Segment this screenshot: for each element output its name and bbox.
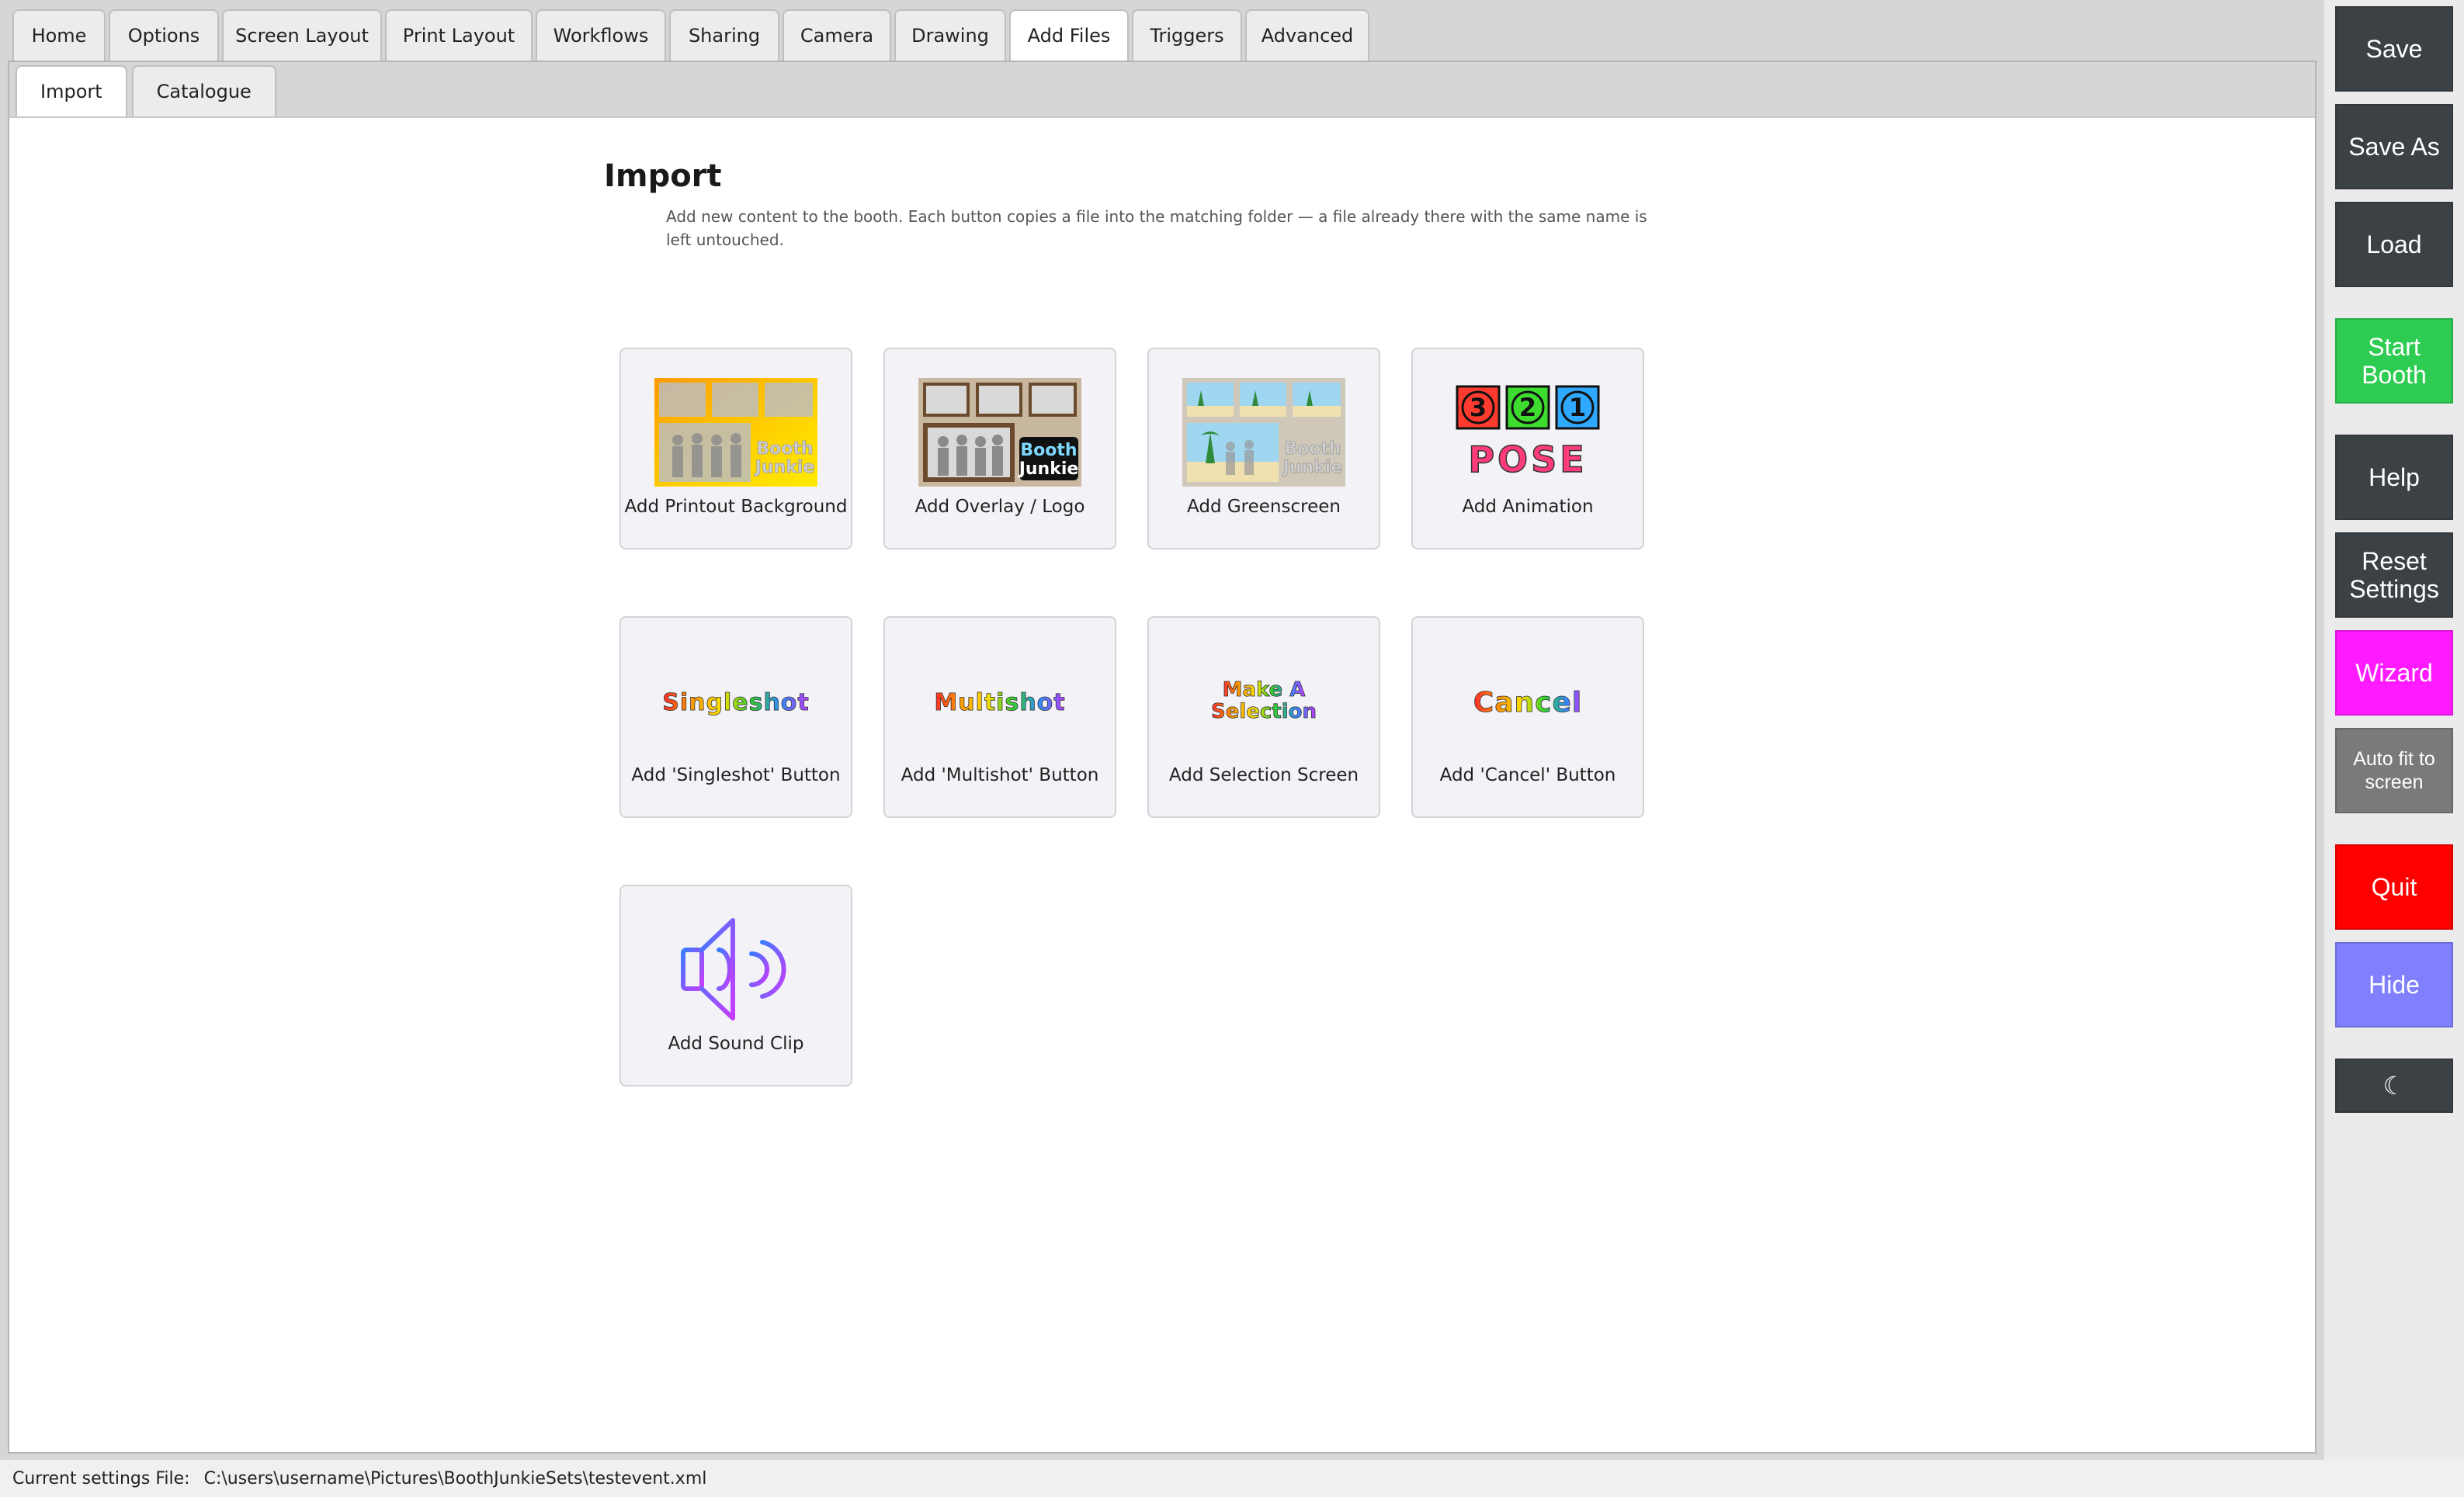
printout-background-thumbnail: Booth Junkie bbox=[621, 376, 851, 489]
main-tab-bar: Home Options Screen Layout Print Layout … bbox=[12, 9, 1373, 61]
greenscreen-thumbnail: Booth Junkie bbox=[1149, 376, 1379, 489]
tab-advanced[interactable]: Advanced bbox=[1245, 9, 1369, 61]
add-animation-button[interactable]: 3 2 1 POSE Add Animation bbox=[1411, 348, 1644, 549]
svg-text:Cancel: Cancel bbox=[1473, 687, 1582, 719]
card-label: Add Sound Clip bbox=[668, 1034, 804, 1054]
tab-add-files[interactable]: Add Files bbox=[1009, 9, 1129, 61]
singleshot-text-thumbnail: Singleshot bbox=[621, 644, 851, 757]
tab-screen-layout[interactable]: Screen Layout bbox=[222, 9, 382, 61]
tab-options[interactable]: Options bbox=[109, 9, 219, 61]
add-selection-screen-button[interactable]: Make A Selection Add Selection Screen bbox=[1147, 616, 1380, 818]
settings-file-path: C:\users\username\Pictures\BoothJunkieSe… bbox=[203, 1468, 707, 1488]
save-as-button[interactable]: Save As bbox=[2335, 104, 2453, 189]
tab-sharing[interactable]: Sharing bbox=[669, 9, 779, 61]
card-label: Add Selection Screen bbox=[1168, 765, 1359, 785]
quit-button[interactable]: Quit bbox=[2335, 844, 2453, 930]
add-greenscreen-button[interactable]: Booth Junkie Add Greenscreen bbox=[1147, 348, 1380, 549]
svg-text:Make A: Make A bbox=[1223, 678, 1306, 702]
import-content: Import Add new content to the booth. Eac… bbox=[9, 116, 2315, 1452]
card-label: Add Greenscreen bbox=[1187, 497, 1341, 517]
svg-text:3: 3 bbox=[1470, 393, 1487, 422]
svg-text:Junkie: Junkie bbox=[1282, 458, 1343, 477]
svg-text:Multishot: Multishot bbox=[934, 689, 1065, 716]
save-button[interactable]: Save bbox=[2335, 6, 2453, 92]
status-label: Current settings File: bbox=[12, 1468, 190, 1488]
svg-text:2: 2 bbox=[1519, 393, 1536, 422]
svg-text:Selection: Selection bbox=[1211, 700, 1317, 723]
speaker-icon bbox=[621, 913, 851, 1026]
svg-text:Booth: Booth bbox=[756, 439, 813, 459]
tab-home[interactable]: Home bbox=[12, 9, 106, 61]
start-booth-button[interactable]: Start Booth bbox=[2335, 318, 2453, 404]
help-button[interactable]: Help bbox=[2335, 435, 2453, 520]
card-label: Add Animation bbox=[1462, 497, 1594, 517]
page-title: Import bbox=[604, 158, 722, 194]
countdown-animation-thumbnail: 3 2 1 POSE bbox=[1413, 376, 1643, 489]
card-label: Add Overlay / Logo bbox=[914, 497, 1085, 517]
svg-text:Booth: Booth bbox=[1020, 441, 1077, 460]
tab-drawing[interactable]: Drawing bbox=[894, 9, 1006, 61]
wizard-button[interactable]: Wizard bbox=[2335, 630, 2453, 716]
section-description: Add new content to the booth. Each butto… bbox=[666, 207, 1647, 249]
auto-fit-button[interactable]: Auto fit to screen bbox=[2335, 728, 2453, 813]
svg-text:1: 1 bbox=[1569, 393, 1586, 422]
cancel-text-thumbnail: Cancel bbox=[1413, 644, 1643, 757]
subtab-catalogue[interactable]: Catalogue bbox=[131, 65, 276, 116]
card-label: Add 'Cancel' Button bbox=[1439, 765, 1616, 785]
tab-camera[interactable]: Camera bbox=[783, 9, 891, 61]
status-bar: Current settings File: C:\users\username… bbox=[0, 1460, 2464, 1497]
card-label: Add 'Multishot' Button bbox=[901, 765, 1099, 785]
hide-button[interactable]: Hide bbox=[2335, 942, 2453, 1027]
subtab-import[interactable]: Import bbox=[16, 65, 127, 116]
add-printout-background-button[interactable]: Booth Junkie Add Printout Background bbox=[619, 348, 852, 549]
moon-icon[interactable]: ☾ bbox=[2335, 1059, 2453, 1113]
add-singleshot-button[interactable]: Singleshot Add 'Singleshot' Button bbox=[619, 616, 852, 818]
tab-workflows[interactable]: Workflows bbox=[536, 9, 666, 61]
load-button[interactable]: Load bbox=[2335, 202, 2453, 287]
add-cancel-button[interactable]: Cancel Add 'Cancel' Button bbox=[1411, 616, 1644, 818]
sub-tab-bar: Import Catalogue bbox=[16, 65, 281, 116]
svg-text:Junkie: Junkie bbox=[754, 458, 815, 477]
card-label: Add 'Singleshot' Button bbox=[631, 765, 841, 785]
add-files-panel: Import Catalogue Import Add new content … bbox=[8, 61, 2317, 1454]
add-sound-clip-button[interactable]: Add Sound Clip bbox=[619, 885, 852, 1086]
tab-print-layout[interactable]: Print Layout bbox=[385, 9, 533, 61]
svg-text:Singleshot: Singleshot bbox=[662, 689, 810, 716]
overlay-logo-thumbnail: Booth Junkie bbox=[885, 376, 1115, 489]
svg-text:Booth: Booth bbox=[1284, 439, 1341, 459]
multishot-text-thumbnail: Multishot bbox=[885, 644, 1115, 757]
reset-settings-button[interactable]: Reset Settings bbox=[2335, 532, 2453, 618]
add-overlay-logo-button[interactable]: Booth Junkie Add Overlay / Logo bbox=[883, 348, 1116, 549]
selection-text-thumbnail: Make A Selection bbox=[1149, 644, 1379, 757]
tab-triggers[interactable]: Triggers bbox=[1132, 9, 1242, 61]
right-sidebar: Save Save As Load Start Booth Help Reset… bbox=[2324, 0, 2464, 1460]
svg-text:POSE: POSE bbox=[1468, 438, 1587, 480]
svg-text:Junkie: Junkie bbox=[1018, 459, 1079, 479]
main-area: Home Options Screen Layout Print Layout … bbox=[0, 0, 2324, 1460]
add-multishot-button[interactable]: Multishot Add 'Multishot' Button bbox=[883, 616, 1116, 818]
card-label: Add Printout Background bbox=[624, 497, 848, 517]
